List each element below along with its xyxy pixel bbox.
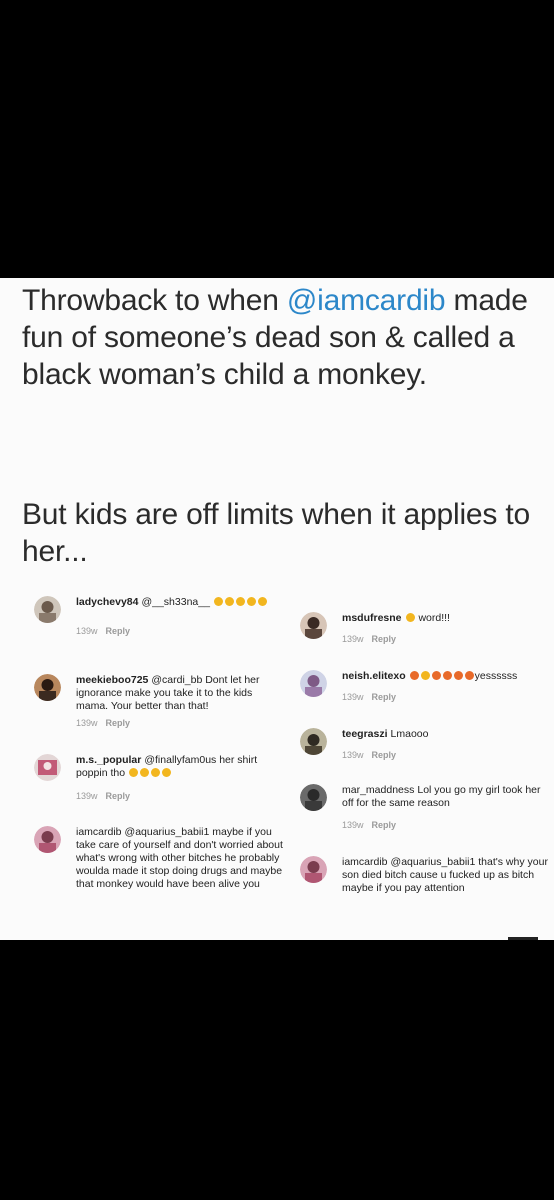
comment-text: msdufresne word!!! <box>342 612 552 625</box>
comment-text: meekieboo725 @cardi_bb Dont let her ignor… <box>76 674 286 713</box>
comment-text: ladychevy84 @__sh33na__ <box>76 596 286 609</box>
reply-button[interactable]: Reply <box>106 791 131 801</box>
avatar[interactable] <box>300 856 327 883</box>
avatar[interactable] <box>34 754 61 781</box>
comment-body: word!!! <box>418 612 450 624</box>
comment-time: 139w <box>342 820 364 830</box>
comment-meta: 139w Reply <box>342 634 396 644</box>
mention-link[interactable]: @iamcardib <box>287 284 446 317</box>
reply-button[interactable]: Reply <box>106 626 131 636</box>
comment-body: Lmaooo <box>390 728 429 740</box>
comment-meta: 139w Reply <box>76 718 130 728</box>
emoji-icon <box>128 767 172 779</box>
avatar[interactable] <box>300 728 327 755</box>
comment-meta: 139w Reply <box>342 750 396 760</box>
reply-button[interactable]: Reply <box>106 718 131 728</box>
subheadline: But kids are off limits when it applies … <box>22 498 530 568</box>
comment-text: teegraszi Lmaooo <box>342 728 552 741</box>
comment-meta: 139w Reply <box>76 791 130 801</box>
comment-time: 139w <box>76 791 98 801</box>
reply-button[interactable]: Reply <box>372 750 397 760</box>
comment-username[interactable]: msdufresne <box>342 612 402 624</box>
comment-meta: 139w Reply <box>342 820 396 830</box>
comment-meta: 139w Reply <box>342 692 396 702</box>
comment-username[interactable]: meekieboo725 <box>76 674 148 686</box>
avatar[interactable] <box>34 596 61 623</box>
divider <box>508 937 538 940</box>
comment-text: iamcardib @aquarius_babii1 that's why you… <box>342 856 552 895</box>
emoji-icon <box>409 670 475 682</box>
screenshot-card: Throwback to when @iamcardib made fun of… <box>0 278 554 940</box>
comment-time: 139w <box>342 692 364 702</box>
comment-meta: 139w Reply <box>76 626 130 636</box>
comment-time: 139w <box>76 718 98 728</box>
comment-username[interactable]: iamcardib <box>342 856 388 868</box>
emoji-icon <box>213 596 268 608</box>
reply-button[interactable]: Reply <box>372 692 397 702</box>
headline: Throwback to when @iamcardib made fun of… <box>22 282 542 393</box>
comment-text: neish.elitexo yessssss <box>342 670 552 683</box>
comment-text: iamcardib @aquarius_babii1 maybe if you t… <box>76 826 286 891</box>
text-fade <box>0 888 300 906</box>
comment-username[interactable]: ladychevy84 <box>76 596 138 608</box>
comment-username[interactable]: neish.elitexo <box>342 670 406 682</box>
avatar[interactable] <box>34 826 61 853</box>
avatar[interactable] <box>300 670 327 697</box>
avatar[interactable] <box>300 784 327 811</box>
comment-body: @__sh33na__ <box>141 596 210 608</box>
comment-text: mar_maddness Lol you go my girl took her … <box>342 784 552 810</box>
reply-button[interactable]: Reply <box>372 820 397 830</box>
comment-username[interactable]: mar_maddness <box>342 784 414 796</box>
comment-time: 139w <box>342 634 364 644</box>
comment-time: 139w <box>76 626 98 636</box>
avatar[interactable] <box>34 674 61 701</box>
comment-username[interactable]: m.s._popular <box>76 754 141 766</box>
avatar[interactable] <box>300 612 327 639</box>
reply-button[interactable]: Reply <box>372 634 397 644</box>
comment-text: m.s._popular @finallyfam0us her shirt pop… <box>76 754 286 780</box>
comment-username[interactable]: teegraszi <box>342 728 388 740</box>
comment-time: 139w <box>342 750 364 760</box>
headline-part1: Throwback to when <box>22 284 287 317</box>
comment-body: yessssss <box>474 670 518 682</box>
emoji-icon <box>405 612 416 624</box>
comment-username[interactable]: iamcardib <box>76 826 122 838</box>
